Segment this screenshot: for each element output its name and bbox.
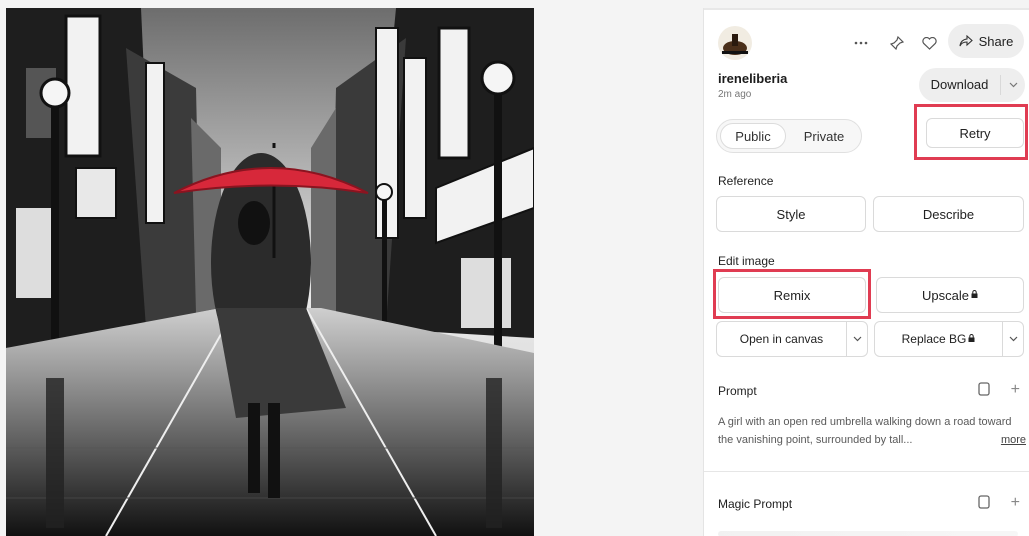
plus-icon[interactable]: +	[1011, 381, 1020, 399]
public-option[interactable]: Public	[720, 123, 786, 149]
username[interactable]: ireneliberia	[718, 71, 787, 86]
chevron-down-icon[interactable]	[1003, 322, 1023, 356]
replace-bg-split-button: Replace BG	[874, 321, 1024, 357]
pin-icon[interactable]	[884, 30, 910, 56]
replace-bg-button[interactable]: Replace BG	[875, 322, 1003, 356]
copy-icon[interactable]	[978, 382, 994, 400]
describe-button[interactable]: Describe	[873, 196, 1024, 232]
lock-icon	[971, 290, 978, 300]
upscale-button[interactable]: Upscale	[876, 277, 1024, 313]
image-canvas-area	[0, 0, 700, 536]
more-horizontal-icon[interactable]	[848, 30, 874, 56]
chevron-down-icon[interactable]	[847, 322, 867, 356]
download-label: Download	[919, 75, 1001, 95]
prompt-text-block: A girl with an open red umbrella walking…	[718, 413, 1026, 449]
avatar[interactable]	[718, 26, 752, 60]
remix-button[interactable]: Remix	[718, 277, 866, 313]
open-in-canvas-button[interactable]: Open in canvas	[717, 322, 847, 356]
replace-bg-label: Replace BG	[901, 332, 967, 346]
generated-image[interactable]	[6, 8, 534, 536]
prompt-text: A girl with an open red umbrella walking…	[718, 416, 1012, 446]
prompt-heading: Prompt	[718, 384, 757, 398]
image-details-panel: Share ireneliberia 2m ago Download Publi…	[703, 8, 1029, 536]
more-link[interactable]: more	[996, 431, 1026, 449]
reference-heading: Reference	[718, 174, 774, 188]
section-divider	[704, 471, 1029, 472]
heart-icon[interactable]	[916, 30, 942, 56]
edit-image-heading: Edit image	[718, 254, 775, 268]
chevron-down-icon[interactable]	[1001, 82, 1025, 88]
panel-top-divider	[704, 8, 1029, 10]
open-in-canvas-split-button: Open in canvas	[716, 321, 868, 357]
download-button[interactable]: Download	[919, 68, 1025, 102]
copy-icon[interactable]	[978, 495, 994, 513]
share-icon	[959, 35, 973, 47]
visibility-toggle: Public Private	[716, 119, 862, 153]
share-button[interactable]: Share	[948, 24, 1024, 58]
share-label: Share	[978, 33, 1014, 49]
prompt-header: Prompt +	[718, 381, 1024, 400]
private-option[interactable]: Private	[789, 123, 859, 149]
magic-prompt-text-preview	[718, 531, 1018, 536]
magic-prompt-heading: Magic Prompt	[718, 497, 793, 511]
plus-icon[interactable]: +	[1011, 494, 1020, 512]
upscale-label: Upscale	[922, 287, 969, 303]
lock-icon	[968, 334, 975, 344]
retry-button[interactable]: Retry	[926, 118, 1024, 148]
timestamp: 2m ago	[718, 89, 752, 100]
magic-prompt-header: Magic Prompt +	[718, 494, 1024, 513]
style-button[interactable]: Style	[716, 196, 866, 232]
